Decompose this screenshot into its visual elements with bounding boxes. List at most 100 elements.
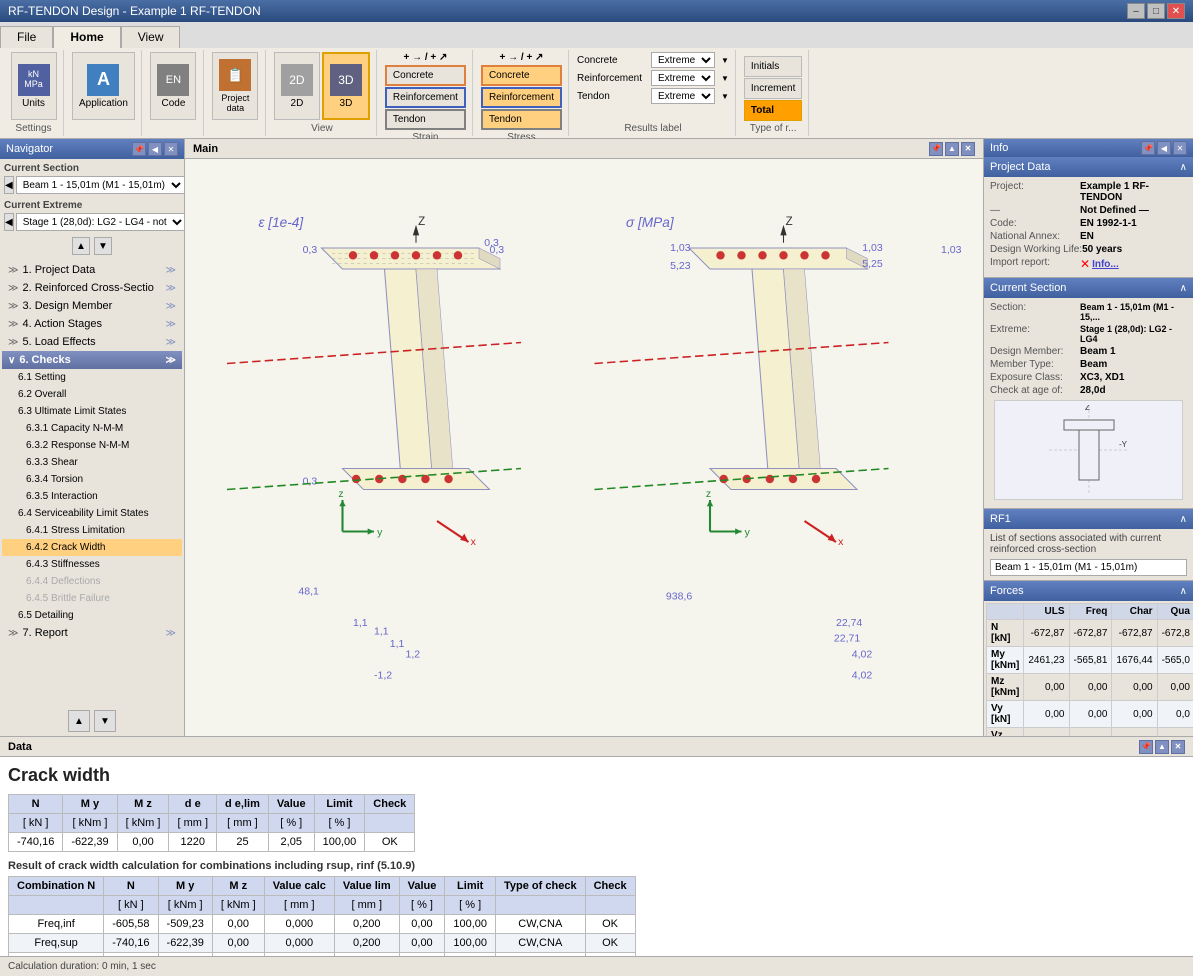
stress-tendon-button[interactable]: Tendon <box>481 109 562 130</box>
ribbon-group-results-label: Concrete Extreme ▼ Reinforcement Extreme… <box>571 50 736 136</box>
data-close-button[interactable]: ✕ <box>1171 740 1185 754</box>
nav-item-report[interactable]: ≫ 7. Report ≫ <box>2 624 182 642</box>
current-section-label: Current Section <box>4 163 180 174</box>
view-close-button[interactable]: ✕ <box>961 142 975 156</box>
nav-close-button[interactable]: ✕ <box>164 142 178 156</box>
info-row-code: Code: EN 1992-1-1 <box>990 218 1187 229</box>
view-title: Main <box>193 143 218 155</box>
project-data-header[interactable]: Project Data ∧ <box>984 157 1193 177</box>
svg-text:0,3: 0,3 <box>303 475 318 487</box>
nav-item-sls[interactable]: 6.4 Serviceability Limit States <box>2 505 182 522</box>
nav-item-project-data[interactable]: ≫ 1. Project Data ≫ <box>2 261 182 279</box>
units-button[interactable]: kNMPa Units <box>11 52 57 120</box>
strain-concrete-button[interactable]: Concrete <box>385 65 466 86</box>
type-initials-button[interactable]: Initials <box>744 56 802 77</box>
nav-item-deflections[interactable]: 6.4.4 Deflections <box>2 573 182 590</box>
svg-text:1,03: 1,03 <box>862 242 883 254</box>
nav-item-action-stages[interactable]: ≫ 4. Action Stages ≫ <box>2 315 182 333</box>
nav-item-checks[interactable]: ∨ 6. Checks ≫ <box>2 351 182 369</box>
view-canvas[interactable]: ε [1e-4] Z <box>185 159 983 736</box>
rf1-collapse[interactable]: ∧ <box>1180 514 1187 525</box>
extreme-select[interactable]: Stage 1 (28,0d): LG2 - LG4 - not <box>16 213 185 231</box>
table-row: Quasi,sup -740,16 -622,39 0,00 1219,612 … <box>9 953 636 957</box>
nav-item-stress-limit[interactable]: 6.4.1 Stress Limitation <box>2 522 182 539</box>
table-row: Vy [kN] 0,00 0,00 0,00 0,0 <box>987 701 1193 728</box>
current-extreme-label: Current Extreme <box>4 200 180 211</box>
info-title: Info <box>990 142 1008 154</box>
nav-item-interaction[interactable]: 6.3.5 Interaction <box>2 488 182 505</box>
nav-item-stiffnesses[interactable]: 6.4.3 Stiffnesses <box>2 556 182 573</box>
maximize-button[interactable]: □ <box>1147 3 1165 19</box>
nav-item-capacity-nmm[interactable]: 6.3.1 Capacity N-M-M <box>2 420 182 437</box>
stress-concrete-button[interactable]: Concrete <box>481 65 562 86</box>
ribbon-group-stress: + → / + ↗ Concrete Reinforcement Tendon … <box>475 50 569 136</box>
current-section-info-header[interactable]: Current Section ∧ <box>984 278 1193 298</box>
stress-reinforcement-button[interactable]: Reinforcement <box>481 87 562 108</box>
view-3d-icon: 3D <box>330 64 362 96</box>
code-button[interactable]: EN Code <box>150 52 196 120</box>
forces-collapse[interactable]: ∧ <box>1180 586 1187 597</box>
rf1-header[interactable]: RF1 ∧ <box>984 509 1193 529</box>
tendon-extreme-select[interactable]: Extreme <box>651 88 715 104</box>
svg-text:y: y <box>745 527 751 539</box>
nav-item-load-effects[interactable]: ≫ 5. Load Effects ≫ <box>2 333 182 351</box>
section-prev-button[interactable]: ◀ <box>4 176 14 194</box>
nav-item-uls[interactable]: 6.3 Ultimate Limit States <box>2 403 182 420</box>
view-pin-button[interactable]: 📌 <box>929 142 943 156</box>
strain-reinforcement-button[interactable]: Reinforcement <box>385 87 466 108</box>
nav-item-torsion[interactable]: 6.3.4 Torsion <box>2 471 182 488</box>
svg-text:938,6: 938,6 <box>666 591 692 603</box>
nav-item-detailing[interactable]: 6.5 Detailing <box>2 607 182 624</box>
nav-down-button[interactable]: ▼ <box>94 237 112 255</box>
nav-bottom-up-button[interactable]: ▲ <box>68 710 90 732</box>
view-2d-button[interactable]: 2D 2D <box>274 52 320 120</box>
view-arrow-button[interactable]: ▲ <box>945 142 959 156</box>
nav-item-brittle-failure[interactable]: 6.4.5 Brittle Failure <box>2 590 182 607</box>
close-button[interactable]: ✕ <box>1167 3 1185 19</box>
nav-pin-button[interactable]: 📌 <box>132 142 146 156</box>
extreme-prev-button[interactable]: ◀ <box>4 213 14 231</box>
nav-item-overall[interactable]: 6.2 Overall <box>2 386 182 403</box>
forces-header[interactable]: Forces ∧ <box>984 581 1193 601</box>
minimize-button[interactable]: – <box>1127 3 1145 19</box>
application-button[interactable]: A Application <box>72 52 135 120</box>
rf1-title: RF1 <box>990 513 1011 525</box>
nav-up-button[interactable]: ▲ <box>72 237 90 255</box>
ribbon-content: kNMPa Units Settings A Application EN Co… <box>0 48 1193 138</box>
nav-item-response-nmm[interactable]: 6.3.2 Response N-M-M <box>2 437 182 454</box>
project-data-collapse[interactable]: ∧ <box>1180 162 1187 173</box>
chevron-icon: ≫ <box>8 337 18 348</box>
info-link-button[interactable]: Info... <box>1092 259 1119 270</box>
navigator-title: Navigator <box>6 143 53 155</box>
nav-item-crack-width[interactable]: 6.4.2 Crack Width <box>2 539 182 556</box>
info-arrow-button[interactable]: ◀ <box>1157 141 1171 155</box>
nav-bottom-down-button[interactable]: ▼ <box>94 710 116 732</box>
current-section: Current Section ◀ Beam 1 - 15,01m (M1 - … <box>0 159 184 196</box>
type-increment-button[interactable]: Increment <box>744 78 802 99</box>
nav-item-shear[interactable]: 6.3.3 Shear <box>2 454 182 471</box>
reinforcement-extreme-select[interactable]: Extreme <box>651 70 715 86</box>
data-panel-header: Data 📌 ▲ ✕ <box>0 737 1193 757</box>
current-section-collapse[interactable]: ∧ <box>1180 283 1187 294</box>
project-data-button[interactable]: 📋 Projectdata <box>212 52 258 120</box>
nav-item-design-member[interactable]: ≫ 3. Design Member ≫ <box>2 297 182 315</box>
nav-item-setting[interactable]: 6.1 Setting <box>2 369 182 386</box>
section-select[interactable]: Beam 1 - 15,01m (M1 - 15,01m) <box>16 176 185 194</box>
strain-tendon-button[interactable]: Tendon <box>385 109 466 130</box>
nav-arrow-button[interactable]: ◀ <box>148 142 162 156</box>
tab-view[interactable]: View <box>121 26 181 48</box>
tab-file[interactable]: File <box>0 26 53 48</box>
concrete-extreme-select[interactable]: Extreme <box>651 52 715 68</box>
project-data-title: Project Data <box>990 161 1051 173</box>
data-arrow-button[interactable]: ▲ <box>1155 740 1169 754</box>
info-close-button[interactable]: ✕ <box>1173 141 1187 155</box>
nav-item-cross-section[interactable]: ≫ 2. Reinforced Cross-Sectio ≫ <box>2 279 182 297</box>
svg-text:4,02: 4,02 <box>852 670 873 682</box>
view-3d-button[interactable]: 3D 3D <box>322 52 370 120</box>
table-row: Vz [kN] 0,00 0,00 0,00 0,0 <box>987 728 1193 737</box>
type-total-button[interactable]: Total <box>744 100 802 121</box>
info-pin-button[interactable]: 📌 <box>1141 141 1155 155</box>
tab-home[interactable]: Home <box>53 26 120 48</box>
data-pin-button[interactable]: 📌 <box>1139 740 1153 754</box>
chevron-down-icon: ∨ <box>8 355 15 366</box>
